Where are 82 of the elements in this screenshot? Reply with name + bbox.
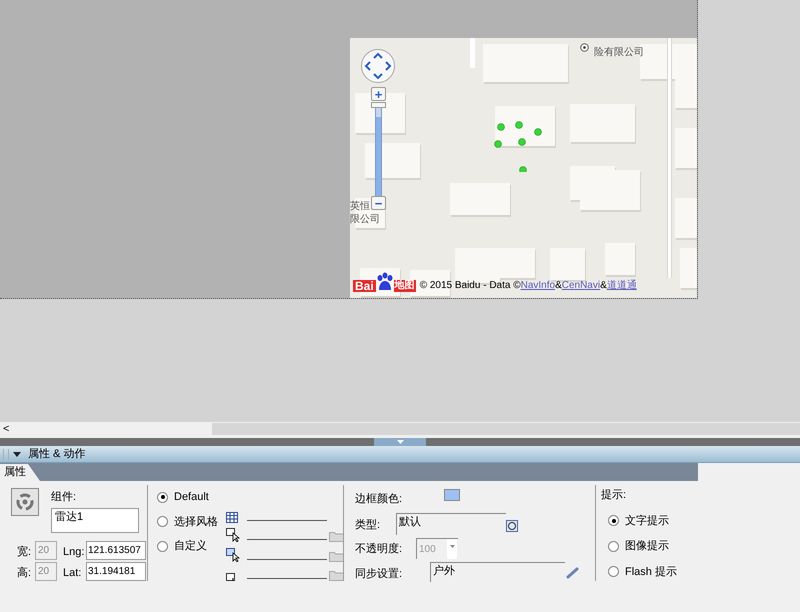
panel-header[interactable]: 属性 & 动作 (0, 446, 800, 463)
radio-option[interactable]: 图像提示 (608, 538, 677, 554)
splitter-bar[interactable] (0, 438, 800, 446)
dropdown-arrow-icon (450, 545, 454, 548)
wrench-icon[interactable] (566, 567, 580, 579)
calendar-icon[interactable] (226, 510, 238, 522)
panel-tab[interactable]: 属性 (0, 464, 40, 481)
longitude-field[interactable]: 121.613507 (86, 541, 146, 560)
logo-text: 地图 (394, 280, 416, 292)
radio-label: 自定义 (174, 538, 207, 554)
radio-button[interactable] (157, 492, 168, 503)
folder-icon[interactable] (329, 550, 344, 562)
attribution-link[interactable]: NavInfo (520, 280, 556, 292)
attribution-link[interactable]: 道道通 (606, 280, 637, 292)
marker-cluster-drawing (494, 119, 544, 172)
radio-button[interactable] (608, 515, 619, 526)
paw-logo-icon (376, 272, 394, 292)
map-view[interactable]: 险有限公司 英恒 限公司 + − Bai 地图 © 2015 Baidu - Data ©NavInfo&CenNavi&道道通 (350, 38, 697, 298)
attribution-text: © 2015 Baidu - Data © (420, 280, 521, 292)
building-shape (675, 198, 697, 238)
radio-option[interactable]: Default (157, 489, 218, 506)
radio-button[interactable] (608, 566, 619, 578)
radio-label: 图像提示 (625, 539, 669, 554)
building-shape (680, 248, 697, 288)
field-label: 同步设置: (355, 567, 402, 582)
road (470, 38, 475, 68)
pan-control[interactable] (360, 48, 396, 84)
field-label: 组件: (51, 490, 76, 505)
scrollbar-thumb[interactable] (212, 423, 800, 435)
color-swatch[interactable] (444, 489, 460, 501)
latitude-field[interactable]: 31.194181 (86, 562, 146, 581)
building-shape (675, 128, 697, 168)
folder-icon[interactable] (329, 530, 344, 542)
logo-text: Bai (353, 280, 376, 292)
radio-option[interactable]: 文字提示 (608, 512, 677, 529)
map-label: 英恒 (350, 201, 370, 212)
map-label: 限公司 (350, 214, 380, 225)
attribution-separator: & (600, 280, 607, 292)
zoom-slider-handle[interactable] (371, 102, 386, 108)
radio-label: Default (174, 490, 209, 505)
field-label: 类型: (355, 518, 380, 533)
cursor-icon[interactable] (226, 548, 240, 562)
type-field[interactable]: 默认 (396, 513, 506, 535)
sync-field[interactable]: 户外 (430, 562, 565, 582)
field-label: 不透明度: (355, 542, 402, 557)
zoom-out-button[interactable]: − (371, 196, 386, 210)
zoom-slider[interactable] (375, 108, 382, 196)
attribution-separator: & (555, 280, 562, 292)
building-shape (570, 104, 635, 142)
location-icon (580, 43, 589, 52)
name-field[interactable]: 雷达1 (51, 508, 139, 533)
folder-icon[interactable] (329, 569, 344, 581)
field-label: 宽: (17, 544, 32, 560)
radio-option[interactable]: 自定义 (157, 538, 218, 554)
scroll-left-arrow[interactable]: < (0, 422, 12, 436)
building-shape (500, 248, 535, 278)
building-shape (450, 183, 510, 215)
radio-button[interactable] (157, 540, 168, 552)
panel-title: 属性 & 动作 (28, 446, 86, 462)
emoticon-icon[interactable] (506, 520, 518, 532)
map-label: 险有限公司 (594, 47, 644, 58)
building-shape (605, 243, 635, 275)
field-label: 边框颜色: (355, 492, 402, 507)
radio-option[interactable]: 选择风格 (157, 514, 218, 530)
zoom-in-button[interactable]: + (371, 87, 386, 101)
component-icon (11, 488, 39, 516)
attribution-link[interactable]: CenNavi (562, 280, 600, 292)
field-label: 高: (17, 566, 32, 581)
radio-label: 文字提示 (625, 514, 669, 528)
radio-button[interactable] (608, 540, 619, 552)
cursor-icon[interactable] (226, 528, 240, 542)
radio-label: Flash 提示 (625, 564, 677, 580)
section-label: 提示: (601, 488, 628, 503)
field-label: Lat: (63, 566, 82, 581)
radio-option[interactable]: Flash 提示 (608, 564, 677, 580)
field-label: Lng: (63, 545, 84, 560)
radio-label: 选择风格 (174, 514, 218, 530)
radio-button[interactable] (157, 516, 168, 528)
building-shape (550, 248, 585, 280)
collapse-handle[interactable] (374, 438, 426, 446)
building-shape (495, 106, 555, 146)
caret-icon (396, 440, 404, 444)
